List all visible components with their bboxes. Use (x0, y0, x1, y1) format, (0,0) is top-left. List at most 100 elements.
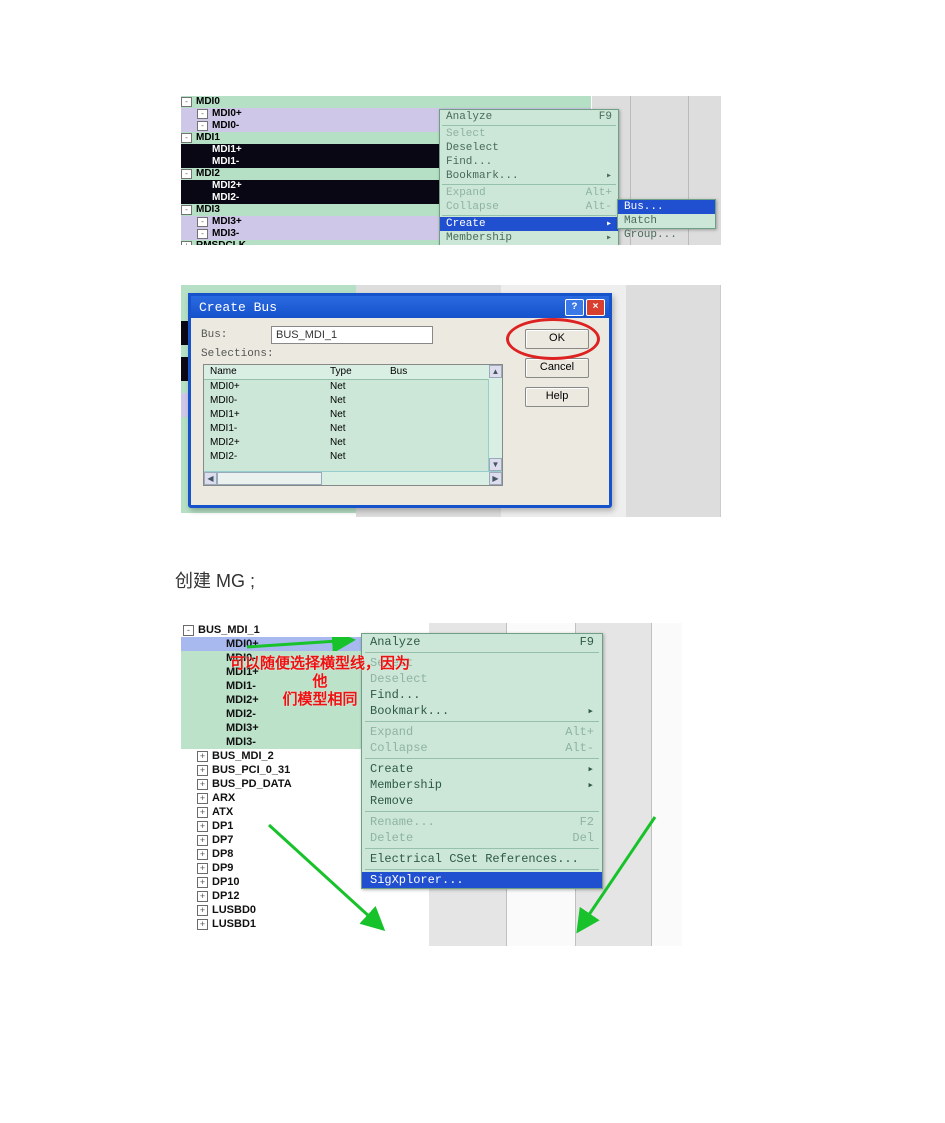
minus-icon[interactable]: - (197, 217, 208, 227)
context-menu[interactable]: AnalyzeF9SelectDeselectFind...Bookmark..… (439, 109, 619, 245)
row-label: DP12 (212, 889, 240, 903)
plus-icon[interactable]: + (181, 241, 192, 245)
list-item[interactable]: MDI0+Net (204, 380, 502, 394)
plus-icon[interactable]: + (197, 835, 208, 846)
minus-icon[interactable]: - (181, 205, 192, 215)
plus-icon[interactable]: + (197, 849, 208, 860)
menu-item[interactable]: Create (440, 217, 618, 231)
plus-icon[interactable]: + (197, 863, 208, 874)
list-item[interactable]: MDI1-Net (204, 422, 502, 436)
menu-item[interactable]: Membership (362, 777, 602, 793)
tree-row[interactable]: + DP12 (181, 889, 425, 903)
col-type[interactable]: Type (330, 365, 390, 379)
menu-item[interactable]: Bookmark... (362, 703, 602, 719)
plus-icon[interactable]: + (197, 919, 208, 930)
menu-item[interactable]: Find... (440, 155, 618, 169)
menu-item-label: Bookmark... (446, 169, 519, 183)
bus-name-input[interactable]: BUS_MDI_1 (271, 326, 433, 344)
list-item[interactable]: MDI2+Net (204, 436, 502, 450)
help-icon[interactable]: ? (565, 299, 584, 316)
scroll-up-icon[interactable]: ▲ (489, 365, 502, 378)
plus-icon[interactable]: + (197, 905, 208, 916)
row-label: ATX (212, 805, 233, 819)
menu-item[interactable]: Find... (362, 687, 602, 703)
section-heading: 创建 MG ; (175, 567, 945, 593)
list-item[interactable]: MDI0-Net (204, 394, 502, 408)
submenu-arrow-icon (606, 217, 612, 231)
cell: Net (330, 422, 390, 436)
minus-icon[interactable]: - (181, 133, 192, 143)
scroll-left-icon[interactable]: ◀ (204, 472, 217, 485)
plus-icon[interactable]: + (197, 793, 208, 804)
context-menu[interactable]: AnalyzeF9SelectDeselectFind...Bookmark..… (361, 633, 603, 889)
cell (390, 408, 502, 422)
plus-icon[interactable]: + (197, 765, 208, 776)
menu-item-label: Delete (370, 830, 413, 846)
minus-icon[interactable]: - (181, 169, 192, 179)
plus-icon[interactable]: + (197, 891, 208, 902)
row-label: ARX (212, 791, 235, 805)
menu-item[interactable]: Remove (362, 793, 602, 809)
ok-button[interactable]: OK (525, 329, 589, 349)
dialog-titlebar[interactable]: Create Bus ? × (191, 296, 609, 318)
menu-item-label: Electrical CSet References... (370, 851, 579, 867)
close-icon[interactable]: × (586, 299, 605, 316)
hscroll-thumb[interactable] (217, 472, 322, 485)
menu-item[interactable]: Electrical CSet References... (362, 851, 602, 867)
plus-icon[interactable]: + (197, 821, 208, 832)
list-item[interactable]: MDI2-Net (204, 450, 502, 464)
menu-item: ExpandAlt+ (440, 186, 618, 200)
create-bus-dialog: Create Bus ? × Bus: BUS_MDI_1 Selections… (188, 293, 612, 508)
row-label: MDI2 (196, 168, 220, 180)
menu-item[interactable]: Create (362, 761, 602, 777)
hscroll-track[interactable]: ◀ ▶ (204, 471, 502, 485)
scroll-down-icon[interactable]: ▼ (489, 458, 502, 471)
list-header[interactable]: Name Type Bus (204, 365, 502, 380)
cancel-button[interactable]: Cancel (525, 358, 589, 378)
cell: Net (330, 380, 390, 394)
submenu-arrow-icon (606, 169, 612, 183)
menu-shortcut: Alt+ (565, 724, 594, 740)
submenu-arrow-icon (587, 777, 594, 793)
menu-item[interactable]: Bookmark... (440, 169, 618, 183)
col-name[interactable]: Name (204, 365, 330, 379)
row-label: MDI1- (212, 156, 239, 168)
dialog-button-column: OK Cancel Help (525, 329, 589, 407)
row-label: MDI0- (212, 120, 239, 132)
minus-icon[interactable]: - (183, 625, 194, 636)
tree-row[interactable]: -MDI0 (181, 96, 591, 108)
menu-item-label: Rename... (370, 814, 435, 830)
menu-item[interactable]: Match Group... (618, 214, 715, 228)
minus-icon[interactable]: - (181, 97, 192, 107)
row-label: MDI3+ (212, 216, 242, 228)
context-submenu-create[interactable]: Bus...Match Group... (617, 199, 716, 229)
plus-icon[interactable]: + (197, 807, 208, 818)
menu-item[interactable]: Bus... (618, 200, 715, 214)
menu-item-label: Expand (370, 724, 413, 740)
menu-item: CollapseAlt- (440, 200, 618, 214)
menu-item[interactable]: SigXplorer... (362, 872, 602, 888)
tree-row[interactable]: + LUSBD1 (181, 917, 425, 931)
menu-separator (365, 869, 599, 870)
minus-icon[interactable]: - (197, 109, 208, 119)
selections-listbox[interactable]: Name Type Bus MDI0+NetMDI0-NetMDI1+NetMD… (203, 364, 503, 486)
col-bus[interactable]: Bus (390, 365, 502, 379)
scroll-right-icon[interactable]: ▶ (489, 472, 502, 485)
row-label: DP10 (212, 875, 240, 889)
help-button[interactable]: Help (525, 387, 589, 407)
menu-item[interactable]: Deselect (440, 141, 618, 155)
tree-row[interactable]: +LUSBD0 (181, 903, 425, 917)
menu-item: Expand Alt+ (362, 724, 602, 740)
menu-item[interactable]: AnalyzeF9 (362, 634, 602, 650)
minus-icon[interactable]: - (197, 121, 208, 131)
row-label: MDI0+ (226, 637, 259, 651)
menu-item[interactable]: AnalyzeF9 (440, 110, 618, 124)
plus-icon[interactable]: + (197, 751, 208, 762)
plus-icon[interactable]: + (197, 877, 208, 888)
plus-icon[interactable]: + (197, 779, 208, 790)
menu-item[interactable]: Membership (440, 231, 618, 245)
row-label: MDI3 (196, 204, 220, 216)
row-label: LUSBD1 (212, 917, 256, 931)
minus-icon[interactable]: - (197, 229, 208, 239)
list-item[interactable]: MDI1+Net (204, 408, 502, 422)
